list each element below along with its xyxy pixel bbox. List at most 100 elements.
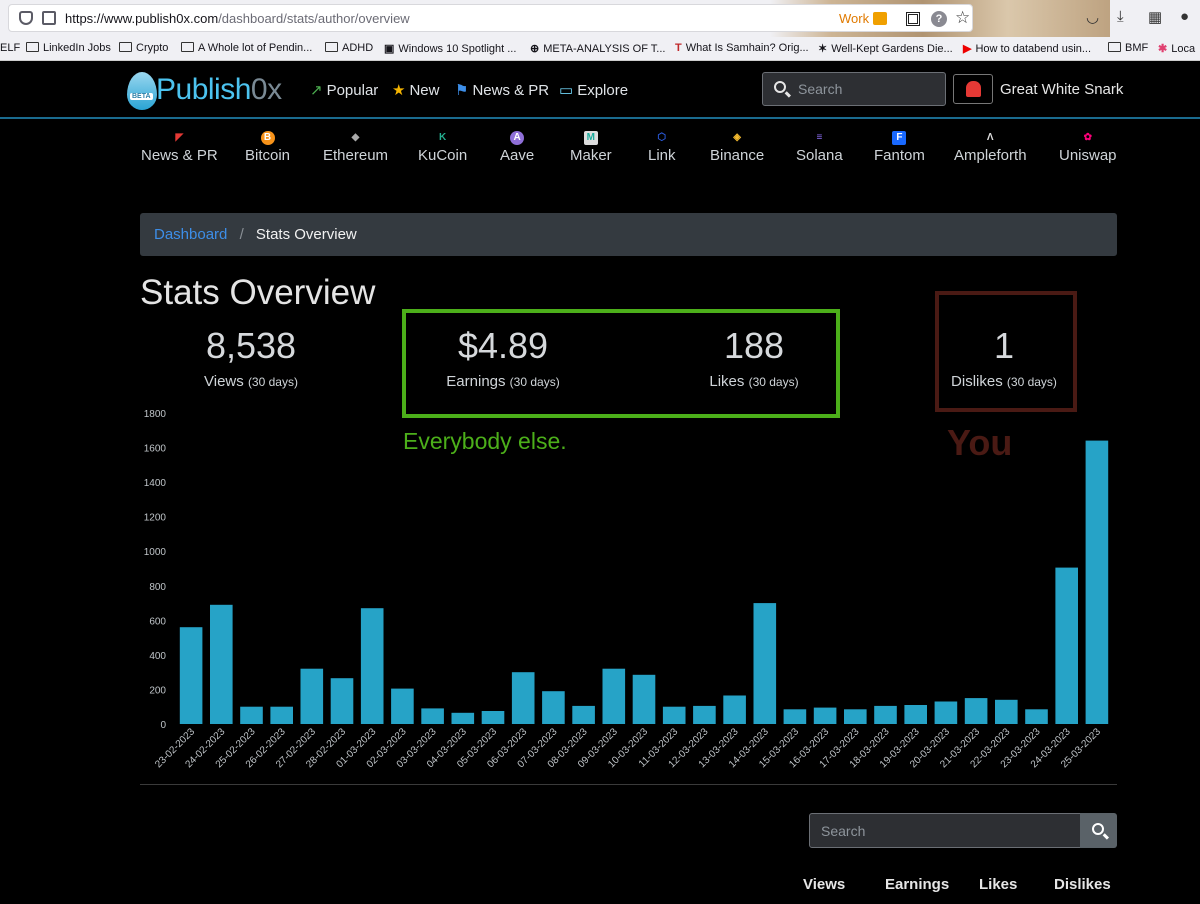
help-icon[interactable]: ? — [931, 11, 947, 27]
category-kucoin[interactable]: K KuCoin — [418, 131, 467, 164]
chart-bar[interactable] — [632, 674, 656, 724]
column-header-dislikes[interactable]: Dislikes — [1054, 876, 1111, 893]
chart-bar[interactable] — [270, 706, 293, 724]
chart-bar[interactable] — [542, 691, 565, 724]
search-icon — [774, 81, 786, 93]
bookmark-item[interactable]: BMF — [1108, 42, 1148, 54]
chart-bar[interactable] — [662, 706, 686, 724]
column-header-views[interactable]: Views — [803, 876, 845, 893]
category-news-pr[interactable]: ◤ News & PR — [141, 131, 218, 164]
chainlink-icon: ⬡ — [657, 132, 667, 143]
chart-bar[interactable] — [844, 709, 867, 724]
chart-bar[interactable] — [723, 695, 746, 725]
column-header-earnings[interactable]: Earnings — [885, 876, 949, 893]
lock-icon[interactable] — [42, 11, 56, 25]
folder-open-icon: ▭ — [559, 82, 574, 99]
category-aave[interactable]: A Aave — [500, 131, 534, 164]
chart-bar[interactable] — [813, 707, 837, 724]
chart-bar[interactable] — [300, 668, 324, 724]
chart-bar[interactable] — [179, 627, 203, 724]
chart-bar[interactable] — [572, 705, 595, 724]
bookmark-item[interactable]: ⊕ META-ANALYSIS OF T... — [530, 42, 665, 55]
download-icon[interactable]: ⤓ — [1117, 8, 1124, 25]
site-search-input[interactable]: Search — [762, 72, 946, 106]
chart-bar[interactable] — [330, 678, 354, 724]
chart-bar[interactable] — [240, 706, 263, 724]
nav-new[interactable]: ★ New — [392, 81, 439, 99]
chart-bar[interactable] — [1085, 440, 1109, 724]
bookmark-item[interactable]: LinkedIn Jobs — [26, 42, 111, 54]
browser-toolbar: https://www.publish0x.com/dashboard/stat… — [0, 0, 1200, 37]
chart-bar[interactable] — [1055, 567, 1078, 724]
tracking-shield-icon[interactable] — [19, 11, 33, 25]
category-ethereum[interactable]: ◆ Ethereum — [323, 131, 388, 164]
bookmark-item[interactable]: ▣ Windows 10 Spotlight ... — [384, 42, 516, 55]
category-fantom[interactable]: F Fantom — [874, 131, 925, 164]
qr-code-icon[interactable] — [906, 12, 920, 26]
category-link[interactable]: ⬡ Link — [648, 131, 676, 164]
chart-bar[interactable] — [511, 672, 535, 724]
bookmark-item[interactable]: ✱ Loca — [1158, 42, 1195, 55]
chart-bar[interactable] — [421, 708, 444, 724]
chart-bar[interactable] — [783, 709, 807, 724]
pocket-icon[interactable]: ◡ — [1086, 8, 1099, 26]
folder-icon — [1108, 42, 1121, 52]
bookmark-item[interactable]: ELF — [0, 42, 20, 54]
y-tick-label: 800 — [149, 582, 166, 593]
bell-icon — [966, 81, 981, 97]
chart-bar[interactable] — [602, 668, 626, 724]
chart-bar[interactable] — [391, 688, 414, 724]
table-search-input[interactable]: Search — [809, 813, 1081, 848]
chart-bar[interactable] — [934, 701, 958, 725]
chart-bar[interactable] — [995, 699, 1018, 724]
stat-views-period: (30 days) — [247, 375, 298, 389]
category-ampleforth[interactable]: Λ Ampleforth — [954, 131, 1027, 164]
y-tick-label: 600 — [149, 616, 166, 627]
uniswap-icon: ✿ — [1083, 132, 1092, 143]
notifications-button[interactable] — [953, 74, 993, 104]
site-header: BETA Publish0x ↗ Popular ★ New ⚑ News & PR … — [0, 61, 1200, 119]
bookmark-item[interactable]: ✶ Well-Kept Gardens Die... — [818, 42, 953, 55]
chart-bar[interactable] — [693, 705, 716, 724]
table-search-button[interactable] — [1080, 813, 1117, 848]
category-maker[interactable]: M Maker — [570, 131, 612, 164]
url-text[interactable]: https://www.publish0x.com/dashboard/stat… — [65, 11, 410, 26]
bookmark-item[interactable]: ▶ How to databend usin... — [963, 42, 1091, 55]
nav-explore[interactable]: ▭ Explore — [559, 81, 628, 99]
chart-bar[interactable] — [210, 604, 233, 724]
url-bar[interactable]: https://www.publish0x.com/dashboard/stat… — [8, 4, 973, 32]
chart-bar[interactable] — [874, 705, 897, 724]
chart-bar[interactable] — [360, 608, 384, 724]
extensions-icon[interactable]: ▦ — [1148, 8, 1162, 26]
user-menu[interactable]: Great White Snark — [1000, 81, 1123, 98]
category-solana[interactable]: ≡ Solana — [796, 131, 843, 164]
breadcrumb-dashboard-link[interactable]: Dashboard — [154, 226, 227, 243]
chart-bar[interactable] — [481, 711, 505, 724]
nav-popular[interactable]: ↗ Popular — [310, 81, 378, 99]
profile-icon[interactable]: ● — [1180, 8, 1189, 25]
category-binance[interactable]: ◈ Binance — [710, 131, 764, 164]
category-bitcoin[interactable]: B Bitcoin — [245, 131, 290, 164]
youtube-icon: ▶ — [963, 43, 972, 55]
nav-news-pr[interactable]: ⚑ News & PR — [455, 81, 549, 99]
category-uniswap[interactable]: ✿ Uniswap — [1059, 131, 1117, 164]
t-logo-icon: T — [675, 42, 682, 54]
bookmark-item[interactable]: ADHD — [325, 42, 373, 54]
bookmark-item[interactable]: A Whole lot of Pendin... — [181, 42, 312, 54]
drop-logo-icon: BETA — [127, 72, 157, 110]
chart-bar[interactable] — [451, 712, 475, 724]
bookmark-star-icon[interactable]: ☆ — [955, 8, 970, 28]
y-tick-label: 200 — [149, 685, 166, 696]
chart-bar[interactable] — [1025, 709, 1048, 724]
bookmark-item[interactable]: T What Is Samhain? Orig... — [675, 42, 809, 54]
chart-bar[interactable] — [753, 603, 777, 724]
container-label[interactable]: Work — [839, 11, 869, 26]
table-search-placeholder: Search — [821, 823, 866, 839]
chart-bar[interactable] — [904, 705, 927, 724]
bookmark-item[interactable]: Crypto — [119, 42, 168, 54]
column-header-likes[interactable]: Likes — [979, 876, 1017, 893]
url-path: /dashboard/stats/author/overview — [218, 11, 410, 26]
briefcase-icon[interactable] — [873, 12, 887, 25]
chart-bar[interactable] — [964, 698, 988, 724]
y-tick-label: 0 — [160, 720, 166, 731]
